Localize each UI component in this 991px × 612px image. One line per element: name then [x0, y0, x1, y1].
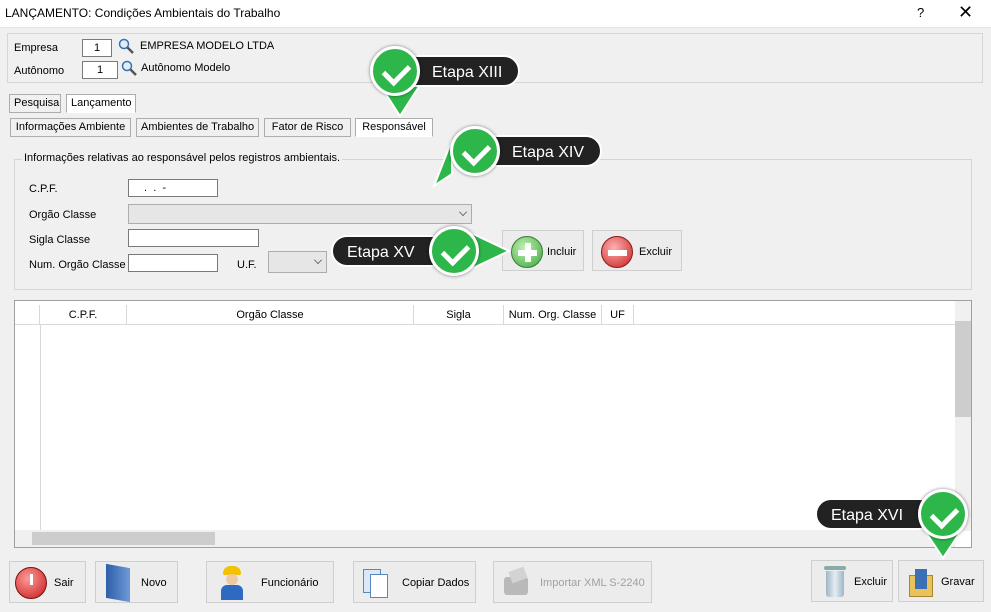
- callout-etapa-xiii: Etapa XIII: [370, 46, 520, 118]
- checkmark-icon: [918, 489, 968, 539]
- tab-informacoes-ambiente[interactable]: Informações Ambiente: [10, 118, 131, 137]
- orgao-label: Orgão Classe: [29, 209, 97, 221]
- gravar-label: Gravar: [941, 576, 975, 588]
- group-title: Informações relativas ao responsável pel…: [22, 152, 343, 164]
- empresa-name: EMPRESA MODELO LTDA: [140, 40, 275, 52]
- copy-icon: [363, 567, 390, 599]
- novo-label: Novo: [141, 577, 167, 589]
- autonomo-search-icon[interactable]: [121, 60, 137, 76]
- empresa-code[interactable]: 1: [82, 39, 112, 57]
- help-button[interactable]: ?: [917, 5, 924, 20]
- tab-pesquisa[interactable]: Pesquisa: [9, 94, 61, 113]
- tab-responsavel[interactable]: Responsável: [355, 118, 433, 137]
- importar-xml-label: Importar XML S-2240: [540, 577, 645, 589]
- funcionario-label: Funcionário: [261, 577, 319, 589]
- empresa-label: Empresa: [14, 42, 59, 54]
- copiar-dados-button[interactable]: Copiar Dados: [353, 561, 476, 603]
- vertical-scroll-thumb[interactable]: [955, 321, 971, 417]
- sigla-label: Sigla Classe: [29, 234, 91, 246]
- row-indicator-divider: [40, 325, 41, 530]
- col-cpf[interactable]: C.P.F.: [40, 305, 127, 325]
- col-num-org[interactable]: Num. Org. Classe: [504, 305, 602, 325]
- callout-etapa-xvi: Etapa XVI: [815, 488, 971, 560]
- worker-icon: [219, 566, 245, 600]
- callout-etapa-xv: Etapa XV: [331, 225, 511, 277]
- chevron-down-icon: [314, 256, 322, 264]
- checkmark-icon: [370, 46, 420, 96]
- sair-button[interactable]: Sair: [9, 561, 86, 603]
- uf-label: U.F.: [237, 259, 257, 271]
- row-indicator-header: [15, 305, 40, 325]
- num-input[interactable]: [128, 254, 218, 272]
- autonomo-code[interactable]: 1: [82, 61, 118, 79]
- autonomo-label: Autônomo: [14, 65, 65, 77]
- sair-label: Sair: [54, 577, 74, 589]
- excluir-button[interactable]: Excluir: [592, 230, 682, 271]
- sigla-input[interactable]: [128, 229, 259, 247]
- tab-fator-risco[interactable]: Fator de Risco: [264, 118, 351, 137]
- import-xml-icon: [502, 566, 532, 599]
- importar-xml-button[interactable]: Importar XML S-2240: [493, 561, 652, 603]
- copiar-dados-label: Copiar Dados: [402, 577, 470, 589]
- orgao-select[interactable]: [128, 204, 472, 224]
- excluir-footer-label: Excluir: [854, 576, 888, 588]
- horizontal-scroll-thumb[interactable]: [32, 532, 215, 545]
- table-header: C.P.F. Orgão Classe Sigla Num. Org. Clas…: [15, 305, 955, 325]
- minus-icon: [601, 236, 633, 268]
- window-title: LANÇAMENTO: Condições Ambientais do Trab…: [5, 6, 281, 20]
- callout-etapa-xiv: Etapa XIV: [432, 126, 602, 190]
- novo-button[interactable]: Novo: [95, 561, 178, 603]
- chevron-down-icon: [459, 208, 467, 216]
- col-sigla[interactable]: Sigla: [414, 305, 504, 325]
- tab-lancamento[interactable]: Lançamento: [66, 94, 136, 113]
- incluir-label: Incluir: [547, 246, 577, 258]
- door-icon: [106, 563, 130, 603]
- horizontal-scrollbar[interactable]: [15, 530, 955, 547]
- excluir-footer-button[interactable]: Excluir: [811, 560, 893, 602]
- save-folder-icon: [907, 565, 935, 599]
- callout-label-xvi: Etapa XVI: [815, 498, 935, 530]
- plus-icon: [511, 236, 543, 268]
- tab-ambientes-trabalho[interactable]: Ambientes de Trabalho: [136, 118, 259, 137]
- funcionario-button[interactable]: Funcionário: [206, 561, 334, 603]
- checkmark-icon: [429, 226, 479, 276]
- close-button[interactable]: ✕: [958, 2, 973, 23]
- title-bar: LANÇAMENTO: Condições Ambientais do Trab…: [0, 0, 991, 28]
- num-label: Num. Orgão Classe: [29, 259, 126, 271]
- excluir-label: Excluir: [639, 246, 673, 258]
- gravar-button[interactable]: Gravar: [898, 560, 984, 602]
- uf-select[interactable]: [268, 251, 327, 273]
- col-uf[interactable]: UF: [602, 305, 634, 325]
- incluir-button[interactable]: Incluir: [502, 230, 584, 271]
- col-orgao[interactable]: Orgão Classe: [127, 305, 414, 325]
- empresa-search-icon[interactable]: [118, 38, 134, 54]
- power-icon: [15, 567, 47, 599]
- cpf-label: C.P.F.: [29, 183, 58, 195]
- checkmark-icon: [450, 126, 500, 176]
- trash-icon: [822, 564, 848, 598]
- cpf-input[interactable]: . . -: [128, 179, 218, 197]
- autonomo-name: Autônomo Modelo: [141, 62, 231, 74]
